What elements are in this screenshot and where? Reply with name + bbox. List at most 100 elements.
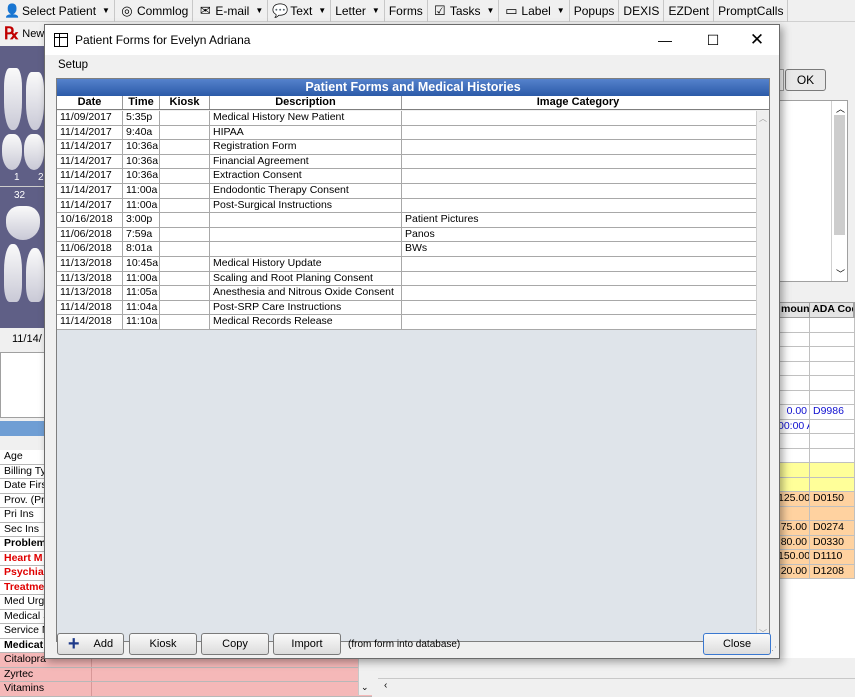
procedure-row[interactable] [778,448,855,463]
toolbar-forms-button[interactable]: Forms [385,0,428,22]
close-icon[interactable]: ✕ [735,25,779,55]
column-header-date[interactable]: Date [57,96,123,109]
procedure-row[interactable] [778,376,855,391]
resize-grip-icon[interactable]: ⋰ [768,645,777,656]
table-row[interactable]: 11/09/2017 5:35p Medical History New Patie… [57,111,756,126]
column-header-image-category[interactable]: Image Category [402,96,754,109]
dialog-titlebar[interactable]: Patient Forms for Evelyn Adriana — ☐ ✕ [45,25,779,55]
maximize-icon[interactable]: ☐ [691,25,735,55]
procedure-row[interactable]: 150.00 D1110 [778,550,855,565]
chevron-down-icon[interactable]: ﹀ [836,267,845,280]
cell-image-category [402,199,754,213]
cell-time: 11:04a [123,300,160,315]
table-row[interactable]: 11/13/2018 11:05a Anesthesia and Nitrous O… [57,286,756,301]
dropdown-arrow-icon[interactable]: ▼ [487,6,495,15]
cell-date: 11/14/2018 [57,300,123,315]
scroll-thumb[interactable] [834,115,845,235]
procedure-row[interactable]: 20.00 D1208 [778,564,855,579]
dropdown-arrow-icon[interactable]: ▼ [102,6,110,15]
table-row[interactable]: 11/14/2017 11:00a Endodontic Therapy Conse… [57,183,756,199]
table-row[interactable]: 11/06/2018 7:59a Panos [57,227,756,243]
new-rx-label[interactable]: New [22,28,44,40]
toolbar-select-patient-button[interactable]: 👤 Select Patient ▼ [0,0,115,22]
cell-description [210,242,402,256]
copy-button[interactable]: Copy [201,633,269,655]
column-header-kiosk[interactable]: Kiosk [160,96,210,109]
procedure-row[interactable]: 80.00 D0330 [778,535,855,550]
toolbar-commlog-button[interactable]: ◎ Commlog [115,0,194,22]
dropdown-arrow-icon[interactable]: ▼ [255,6,263,15]
procedures-grid[interactable]: 0.00D998600:00 AM 125.00D0150 75.00D027480… [778,318,855,658]
right-textbox[interactable]: ︿ ﹀ [778,100,848,282]
toolbar-dexis-button[interactable]: DEXIS [619,0,665,22]
minimize-icon[interactable]: — [643,25,687,55]
chevron-left-icon[interactable]: ‹ [384,680,387,691]
procedure-amount [778,434,810,448]
table-row[interactable]: 11/14/2017 9:40a HIPAA [57,125,756,141]
column-header-time[interactable]: Time [123,96,160,109]
table-row[interactable]: 11/14/2018 11:10a Medical Records Release [57,315,756,330]
table-row[interactable]: 11/14/2017 10:36a Financial Agreement [57,154,756,170]
toolbar-tasks-button[interactable]: ☑ Tasks ▼ [428,0,500,22]
table-row[interactable]: 11/06/2018 8:01a BWs [57,242,756,257]
table-row[interactable]: 11/14/2017 10:36a Extraction Consent [57,169,756,184]
tooth-image [26,248,44,302]
procedure-row[interactable] [778,463,855,478]
dropdown-arrow-icon[interactable]: ▼ [557,6,565,15]
procedure-row[interactable] [778,477,855,492]
chevron-down-icon[interactable]: ⌄ [361,682,369,693]
table-row[interactable]: 11/14/2018 11:04a Post-SRP Care Instructio… [57,300,756,316]
notes-box[interactable] [0,352,46,418]
grid-body[interactable]: 11/09/2017 5:35p Medical History New Patie… [57,111,756,641]
dropdown-arrow-icon[interactable]: ▼ [372,6,380,15]
column-header-description[interactable]: Description [210,96,402,109]
kiosk-button[interactable]: Kiosk [129,633,197,655]
ok-button[interactable]: OK [785,69,826,91]
toolbar-e-mail-button[interactable]: ✉ E-mail ▼ [193,0,269,22]
info-row[interactable]: Vitamins [0,682,372,697]
procedure-row[interactable] [778,361,855,376]
tooth-chart[interactable]: 1 2 32 [0,46,46,328]
table-row[interactable]: 11/13/2018 10:45a Medical History Update [57,256,756,272]
toolbar-label-button[interactable]: ▭ Label ▼ [499,0,570,22]
procedure-row[interactable]: 75.00 D0274 [778,521,855,536]
chevron-up-icon[interactable]: ︿ [836,102,845,115]
forms-grid[interactable]: Patient Forms and Medical Histories Date… [56,78,770,642]
add-button[interactable]: + Add [57,633,124,655]
table-row[interactable]: 11/14/2017 10:36a Registration Form [57,140,756,155]
toolbar-popups-button[interactable]: Popups [570,0,620,22]
table-row[interactable]: 11/14/2017 11:00a Post-Surgical Instructio… [57,198,756,214]
cell-time: 10:36a [123,169,160,183]
procedure-row[interactable] [778,390,855,405]
close-button[interactable]: Close [703,633,771,655]
patient-icon: 👤 [4,2,21,18]
procedure-row[interactable]: 0.00 D9986 [778,405,855,420]
procedure-row[interactable] [778,434,855,449]
grid-scrollbar[interactable]: ︿ ﹀ [756,111,769,641]
table-row[interactable]: 11/13/2018 11:00a Scaling and Root Planing… [57,271,756,287]
text-bubble-icon: 💬 [272,2,289,18]
rx-icon[interactable]: ℞ [4,24,19,44]
toolbar-text-button[interactable]: 💬 Text ▼ [268,0,332,22]
procedure-row[interactable]: 125.00 D0150 [778,492,855,507]
import-button[interactable]: Import [273,633,341,655]
textbox-scrollbar[interactable]: ︿ ﹀ [831,101,847,281]
toolbar-promptcalls-button[interactable]: PromptCalls [714,0,789,22]
procedure-row[interactable] [778,347,855,362]
procedure-row[interactable]: 00:00 AM [778,419,855,434]
procedure-row[interactable] [778,506,855,521]
table-row[interactable]: 10/16/2018 3:00p Patient Pictures [57,213,756,228]
menu-setup[interactable]: Setup [58,59,88,71]
procedure-row[interactable] [778,332,855,347]
info-row[interactable]: Zyrtec [0,667,372,682]
procedure-amount: 75.00 [778,521,810,535]
dropdown-arrow-icon[interactable]: ▼ [318,6,326,15]
toolbar-button-label: Tasks [449,3,481,18]
toolbar-ezdent-button[interactable]: EZDent [664,0,715,22]
chevron-up-icon[interactable]: ︿ [759,113,767,124]
cell-image-category [402,286,754,300]
grid-header: Date Time Kiosk Description Image Catego… [57,96,769,110]
toolbar-letter-button[interactable]: Letter ▼ [331,0,385,22]
horizontal-scrollbar[interactable]: ‹ [378,678,855,693]
procedure-row[interactable] [778,318,855,333]
